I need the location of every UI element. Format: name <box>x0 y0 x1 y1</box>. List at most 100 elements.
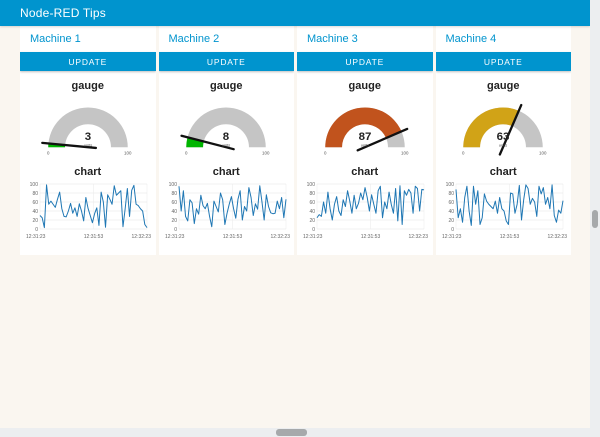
chart-title: chart <box>20 166 156 178</box>
svg-text:60: 60 <box>171 200 177 206</box>
svg-text:60: 60 <box>448 200 454 206</box>
gauge-svg: 8units 0 100 <box>173 93 279 159</box>
svg-text:80: 80 <box>310 191 316 197</box>
machine-title: Machine 3 <box>297 26 433 52</box>
update-button[interactable]: UPDATE <box>159 52 295 71</box>
svg-text:60: 60 <box>33 200 39 206</box>
gauge-svg: 63units 0 100 <box>450 93 556 159</box>
svg-text:units: units <box>499 143 507 148</box>
svg-text:0: 0 <box>312 227 315 233</box>
chart-title: chart <box>159 166 295 178</box>
update-button[interactable]: UPDATE <box>20 52 156 71</box>
gauge-svg: 3units 0 100 <box>35 93 141 159</box>
svg-text:0: 0 <box>324 150 327 155</box>
svg-text:100: 100 <box>401 150 409 155</box>
svg-text:12:31:23: 12:31:23 <box>165 234 185 240</box>
svg-text:12:31:53: 12:31:53 <box>500 234 520 240</box>
gauge-title: gauge <box>159 80 295 92</box>
svg-text:100: 100 <box>262 150 270 155</box>
chart-svg: 0 20 40 60 80 100 12:31:23 12:31:53 12:32:23 <box>300 180 429 243</box>
machine-title: Machine 1 <box>20 26 156 52</box>
machine-card: Machine 1 UPDATE gauge 3units 0 100 chart … <box>20 26 156 255</box>
svg-text:8: 8 <box>223 131 230 143</box>
gauge-svg: 87units 0 100 <box>312 93 418 159</box>
svg-text:20: 20 <box>448 218 454 224</box>
update-button[interactable]: UPDATE <box>436 52 572 71</box>
svg-text:87: 87 <box>358 131 371 143</box>
chart: 0 20 40 60 80 100 12:31:23 12:31:53 12:32:23 <box>159 180 295 243</box>
svg-text:units: units <box>361 143 369 148</box>
svg-text:80: 80 <box>171 191 177 197</box>
svg-text:40: 40 <box>448 209 454 215</box>
svg-text:20: 20 <box>171 218 177 224</box>
svg-text:40: 40 <box>310 209 316 215</box>
svg-text:12:31:23: 12:31:23 <box>26 234 46 240</box>
gauge: 8units 0 100 <box>159 93 295 159</box>
svg-text:60: 60 <box>310 200 316 206</box>
dashboard: Machine 1 UPDATE gauge 3units0100 chart … <box>20 26 571 255</box>
svg-text:12:32:23: 12:32:23 <box>547 234 567 240</box>
machine-title: Machine 2 <box>159 26 295 52</box>
svg-text:40: 40 <box>33 209 39 215</box>
svg-text:100: 100 <box>445 182 454 188</box>
svg-text:40: 40 <box>171 209 177 215</box>
svg-text:3: 3 <box>85 131 91 143</box>
svg-text:12:31:23: 12:31:23 <box>442 234 462 240</box>
svg-text:100: 100 <box>124 150 132 155</box>
chart: 0 20 40 60 80 100 12:31:23 12:31:53 12:32:23 <box>20 180 156 243</box>
svg-text:0: 0 <box>47 150 50 155</box>
gauge-widget: gauge 3units 0 100 <box>20 80 156 159</box>
chart-svg: 0 20 40 60 80 100 12:31:23 12:31:53 12:32:23 <box>439 180 568 243</box>
svg-text:units: units <box>222 143 230 148</box>
machine-card: Machine 3 UPDATE gauge 87units0100 chart… <box>297 26 433 255</box>
svg-text:80: 80 <box>33 191 39 197</box>
chart-widget: chart 02040608010012:31:2312:31:5312:32:… <box>297 166 433 243</box>
update-button[interactable]: UPDATE <box>297 52 433 71</box>
gauge-widget: gauge 87units 0 100 <box>297 80 433 159</box>
chart-widget: chart 0 20 40 60 80 100 12:31:23 12:31:53 12:32:… <box>159 166 295 243</box>
svg-text:20: 20 <box>33 218 39 224</box>
chart-svg: 0 20 40 60 80 100 12:31:23 12:31:53 12:32:23 <box>162 180 291 243</box>
svg-text:100: 100 <box>168 182 177 188</box>
gauge: 87units 0 100 <box>297 93 433 159</box>
gauge-widget: gauge 8units 0 100 <box>159 80 295 159</box>
chart: 0 20 40 60 80 100 12:31:23 12:31:53 12:32:23 <box>297 180 433 243</box>
svg-text:12:32:23: 12:32:23 <box>132 234 152 240</box>
svg-text:100: 100 <box>307 182 316 188</box>
chart-svg: 0 20 40 60 80 100 12:31:23 12:31:53 12:32:23 <box>23 180 152 243</box>
vertical-scrollbar-thumb[interactable] <box>592 210 598 228</box>
svg-text:63: 63 <box>497 131 510 143</box>
svg-text:12:31:53: 12:31:53 <box>223 234 243 240</box>
gauge-title: gauge <box>436 80 572 92</box>
svg-text:12:31:23: 12:31:23 <box>303 234 323 240</box>
horizontal-scrollbar-thumb[interactable] <box>276 429 307 436</box>
svg-text:12:31:53: 12:31:53 <box>361 234 381 240</box>
svg-text:0: 0 <box>35 227 38 233</box>
svg-text:0: 0 <box>174 227 177 233</box>
chart-title: chart <box>436 166 572 178</box>
svg-text:12:31:53: 12:31:53 <box>84 234 104 240</box>
svg-text:12:32:23: 12:32:23 <box>270 234 290 240</box>
app-title: Node-RED Tips <box>20 6 106 20</box>
vertical-scrollbar[interactable] <box>590 0 600 437</box>
svg-text:80: 80 <box>448 191 454 197</box>
svg-text:0: 0 <box>462 150 465 155</box>
machine-title: Machine 4 <box>436 26 572 52</box>
gauge-title: gauge <box>20 80 156 92</box>
svg-text:0: 0 <box>185 150 188 155</box>
gauge-title: gauge <box>297 80 433 92</box>
svg-text:20: 20 <box>310 218 316 224</box>
chart-widget: chart 0 20 40 60 80 100 12:31:23 12:31:53 12:32:… <box>436 166 572 243</box>
gauge: 3units 0 100 <box>20 93 156 159</box>
svg-text:12:32:23: 12:32:23 <box>409 234 429 240</box>
svg-text:100: 100 <box>30 182 39 188</box>
machine-card: Machine 2 UPDATE gauge 8units 0 100 chart … <box>159 26 295 255</box>
chart: 0 20 40 60 80 100 12:31:23 12:31:53 12:32:23 <box>436 180 572 243</box>
svg-text:0: 0 <box>451 227 454 233</box>
svg-text:100: 100 <box>539 150 547 155</box>
horizontal-scrollbar[interactable] <box>0 428 600 437</box>
chart-widget: chart 0 20 40 60 80 100 12:31:23 12:31:53 12:32:… <box>20 166 156 243</box>
gauge-widget: gauge 63units 0 100 <box>436 80 572 159</box>
svg-text:units: units <box>84 143 92 148</box>
machine-card: Machine 4 UPDATE gauge 63units 0 100 chart… <box>436 26 572 255</box>
